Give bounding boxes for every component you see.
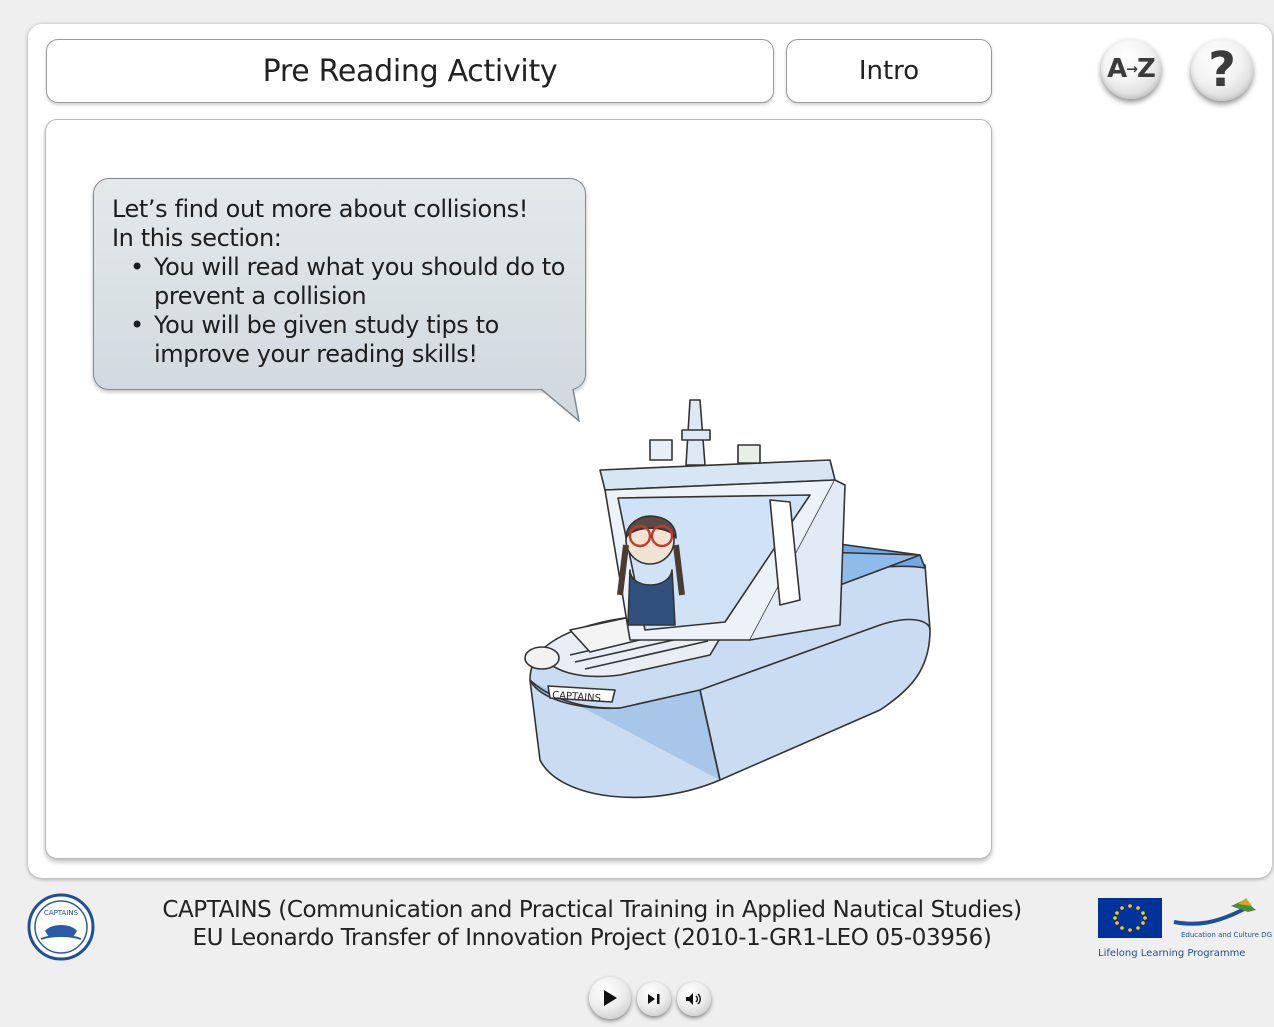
eu-tagline: Education and Culture DG xyxy=(1181,931,1272,939)
eu-programme-label: Lifelong Learning Programme xyxy=(1098,948,1245,959)
play-icon xyxy=(604,990,617,1006)
captains-logo-text: CAPTAINS xyxy=(44,909,79,917)
bubble-list: You will read what you should do to prev… xyxy=(112,253,571,369)
skip-icon xyxy=(648,994,660,1004)
bubble-heading: Let’s find out more about collisions! xyxy=(112,195,528,223)
az-dictionary-icon: A→Z xyxy=(1107,54,1156,84)
glossary-button[interactable]: A→Z xyxy=(1101,39,1161,99)
play-button[interactable] xyxy=(589,977,631,1019)
page-title: Pre Reading Activity xyxy=(46,39,774,103)
volume-button[interactable] xyxy=(677,982,711,1016)
page-title-label: Pre Reading Activity xyxy=(262,53,558,89)
captains-logo: CAPTAINS xyxy=(27,893,95,961)
footer-line-2: EU Leonardo Transfer of Innovation Proje… xyxy=(192,925,992,951)
eu-flag-icon xyxy=(1098,898,1162,938)
bubble-intro: In this section: xyxy=(112,224,282,252)
section-tab: Intro xyxy=(786,39,992,103)
section-label: Intro xyxy=(858,56,920,86)
footer-credits: CAPTAINS (Communication and Practical Tr… xyxy=(120,896,1064,952)
boat-illustration: CAPTAINS xyxy=(524,399,931,799)
bubble-bullet-1: You will read what you should do to prev… xyxy=(130,253,571,311)
help-icon: ? xyxy=(1208,42,1236,98)
eu-programme-logo: Education and Culture DG Lifelong Learni… xyxy=(1098,898,1272,959)
footer-line-1: CAPTAINS (Communication and Practical Tr… xyxy=(162,897,1022,923)
skip-button[interactable] xyxy=(637,982,671,1016)
volume-icon xyxy=(686,993,701,1005)
help-button[interactable]: ? xyxy=(1191,39,1253,101)
bubble-bullet-2: You will be given study tips to improve … xyxy=(130,311,571,369)
speech-bubble: Let’s find out more about collisions! In… xyxy=(93,178,586,390)
